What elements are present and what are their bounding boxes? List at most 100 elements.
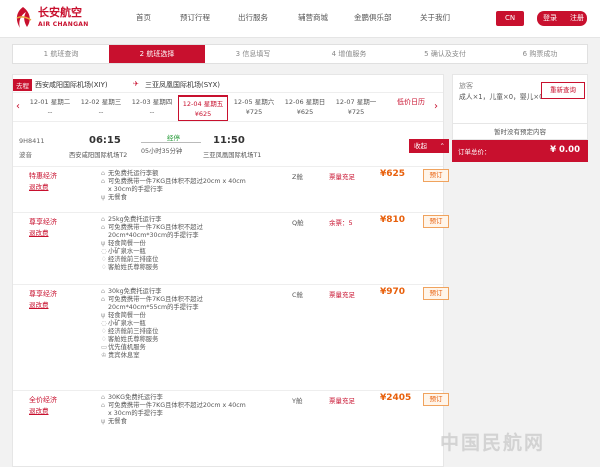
perk-item: ♢经济舱前三排座位 (101, 256, 159, 263)
perk-item: ψ 无餐食 (101, 194, 127, 201)
route-line (141, 142, 201, 143)
step-fill-info: 3 信息填写 (235, 50, 271, 58)
nav-about[interactable]: 关于我们 (420, 12, 450, 23)
cabin-price: ¥810 (380, 215, 406, 225)
date-item[interactable]: 12-06 星期日 ¥625 (280, 97, 330, 117)
brand-name[interactable]: 长安航空 (38, 7, 82, 19)
re-search-button[interactable]: 重新查询 (541, 82, 585, 99)
date-item[interactable]: 12-03 星期四 -- (127, 97, 177, 117)
flight-duration: 05小时35分钟 (141, 148, 183, 155)
perk-item: ψ 轻食简餐一份 (101, 312, 146, 319)
nav-travel-service[interactable]: 出行服务 (238, 12, 268, 23)
arrival-time: 11:50 (213, 135, 245, 146)
top-header: 长安航空 AIR CHANGAN 首页 预订行程 出行服务 辅营商城 金鹏俱乐部… (0, 0, 600, 38)
cabin-row: 全价经济 退改费 ⌂ 30KG免费托运行李 ⌂ 可免费携带一件7KG且体积不超过20… (13, 391, 449, 443)
next-dates-icon[interactable]: › (434, 101, 438, 112)
perk-item: ▭优先值机服务 (101, 344, 146, 351)
login-link[interactable]: 登录 (543, 14, 557, 22)
perk-item: ψ 轻食简餐一份 (101, 240, 146, 247)
collapse-button[interactable]: 收起 ⌃ (409, 139, 449, 153)
book-button[interactable]: 预订 (423, 393, 449, 406)
checkin-icon: ▭ (101, 344, 107, 351)
perk-item: ◌ 小矿泉水一瓶 (101, 248, 146, 255)
water-icon: ◌ (101, 248, 107, 255)
flight-list-panel: 去程 西安咸阳国际机场(XIY) ✈ 三亚凤凰国际机场(SYX) ‹ 12-01… (12, 74, 449, 467)
total-label: 订单总价： (458, 148, 491, 156)
airline-logo-icon (16, 7, 32, 28)
bag-icon: ⌂ (101, 224, 105, 231)
aircraft-type: 波音 (19, 151, 32, 159)
service-icon: ♢ (101, 336, 107, 343)
date-selector: ‹ 12-01 星期二 -- 12-02 星期三 -- 12-03 星期四 -- 12… (13, 94, 443, 122)
perk-item: ♢客舱姓氏尊称服务 (101, 336, 159, 343)
seat-icon: ♢ (101, 256, 107, 263)
perk-item: ⌂ 30KG免费托运行李 (101, 394, 163, 401)
order-summary-panel: 旅客 成人×1，儿童×0，婴儿×0 重新查询 暂时没有预定内容 订单总价： ¥ … (452, 74, 588, 162)
chevron-up-icon: ⌃ (439, 142, 445, 150)
collapse-label: 收起 (414, 142, 427, 150)
perk-item: ⌂ 可免费携带一件7KG且体积不超过20cm x 40cm (101, 178, 246, 185)
perk-item: ⌂ 25kg免费托运行李 (101, 216, 162, 223)
perk-item: ⌂ 30kg免费托运行李 (101, 288, 162, 295)
cabin-name: 特惠经济 (29, 172, 57, 180)
meal-icon: ψ (101, 194, 106, 201)
plane-icon: ✈ (133, 80, 139, 88)
perk-item: 20cm*40cm*55cm的手提行李 (108, 304, 199, 311)
date-item-selected[interactable]: 12-04 星期五 ¥625 (178, 95, 228, 121)
seat-availability: 余票：5 (329, 219, 353, 227)
seat-availability: 票量充足 (329, 397, 355, 405)
seat-icon: ♢ (101, 328, 107, 335)
perk-item: x 30cm的手提行李 (108, 410, 163, 417)
cabin-name: 全价经济 (29, 396, 57, 404)
step-select-flight: 2 航班选择 (109, 45, 205, 63)
step-done: 6 购票成功 (522, 50, 558, 58)
perk-item: ◌ 小矿泉水一瓶 (101, 320, 146, 327)
perk-item: ⌂ 可免费携带一件7KG且体积不超过20cm x 40cm (101, 402, 246, 409)
book-button[interactable]: 预订 (423, 169, 449, 182)
cabin-name: 尊享经济 (29, 290, 57, 298)
bag-icon: ⌂ (101, 178, 105, 185)
stopover-label: 经停 (167, 134, 180, 142)
login-register-button[interactable]: 登录 注册 (537, 11, 587, 26)
perk-item: ♔贵宾休息室 (101, 352, 140, 359)
step-extras: 4 增值服务 (331, 50, 367, 58)
flight-row: 9H8411 波音 06:15 西安咸阳国际机场T2 经停 05小时35分钟 1… (13, 129, 449, 167)
departure-airport: 西安咸阳国际机场T2 (69, 152, 128, 159)
departure-time: 06:15 (89, 135, 121, 146)
refund-rule-link[interactable]: 退改费 (29, 181, 49, 191)
refund-rule-link[interactable]: 退改费 (29, 405, 49, 415)
cabin-row: 特惠经济 退改费 ⌂ 无免费托运行李额 ⌂ 可免费携带一件7KG且体积不超过20cm… (13, 167, 449, 213)
refund-rule-link[interactable]: 退改费 (29, 299, 49, 309)
perk-item: ⌂ 可免费携带一件7KG且体积不超过 (101, 296, 203, 303)
perk-item: 20cm*40cm*30cm的手提行李 (108, 232, 199, 239)
nav-club[interactable]: 金鹏俱乐部 (354, 12, 392, 23)
luggage-icon: ⌂ (101, 288, 105, 295)
cabin-class: Y舱 (292, 397, 303, 405)
date-item[interactable]: 12-01 星期二 -- (25, 97, 75, 117)
total-amount: ¥ 0.00 (550, 145, 580, 155)
route-bar: 去程 西安咸阳国际机场(XIY) ✈ 三亚凤凰国际机场(SYX) (13, 75, 443, 93)
meal-icon: ψ (101, 240, 106, 247)
cabin-class: C舱 (292, 291, 304, 299)
language-button[interactable]: CN (496, 11, 524, 26)
nav-booking[interactable]: 预订行程 (180, 12, 210, 23)
book-button[interactable]: 预订 (423, 287, 449, 300)
low-price-calendar-link[interactable]: 低价日历 (391, 97, 431, 107)
register-link[interactable]: 注册 (570, 11, 584, 26)
date-item[interactable]: 12-02 星期三 -- (76, 97, 126, 117)
date-item[interactable]: 12-05 星期六 ¥725 (229, 97, 279, 117)
cabin-price: ¥2405 (380, 393, 412, 403)
seat-availability: 票量充足 (329, 291, 355, 299)
refund-rule-link[interactable]: 退改费 (29, 227, 49, 237)
bag-icon: ⌂ (101, 402, 105, 409)
service-icon: ♢ (101, 264, 107, 271)
step-search: 1 航班查询 (43, 50, 79, 58)
cabin-class: Q舱 (292, 219, 304, 227)
nav-mall[interactable]: 辅营商城 (298, 12, 328, 23)
prev-dates-icon[interactable]: ‹ (16, 101, 20, 112)
nav-home[interactable]: 首页 (136, 12, 151, 23)
origin-airport: 西安咸阳国际机场(XIY) (35, 81, 108, 89)
perk-item: ♢客舱姓氏尊称服务 (101, 264, 159, 271)
book-button[interactable]: 预订 (423, 215, 449, 228)
date-item[interactable]: 12-07 星期一 ¥725 (331, 97, 381, 117)
